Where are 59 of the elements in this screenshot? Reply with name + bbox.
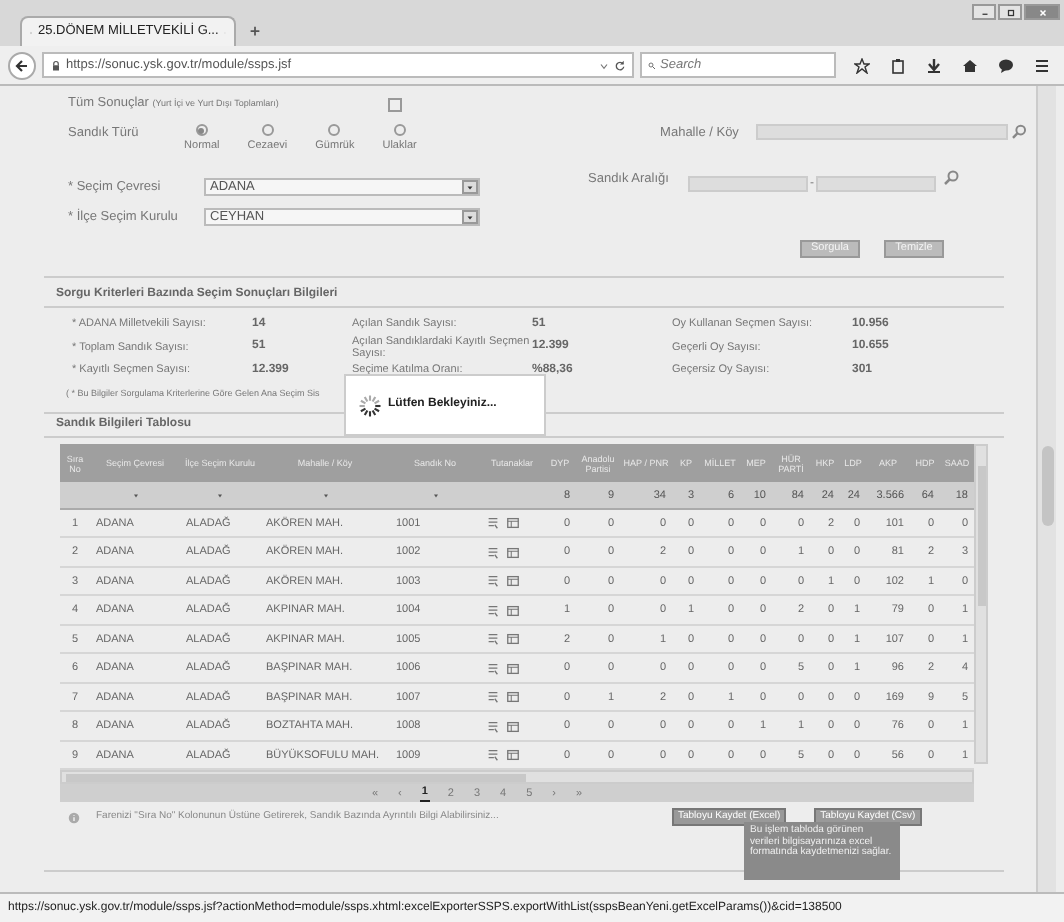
document-icon[interactable] bbox=[506, 632, 520, 646]
caret-icon bbox=[466, 213, 474, 221]
vertical-scrollbar[interactable] bbox=[974, 444, 988, 765]
report-icon[interactable] bbox=[486, 661, 500, 675]
lock-icon bbox=[50, 59, 62, 71]
spinner-icon bbox=[358, 393, 382, 417]
input-field[interactable] bbox=[816, 176, 936, 192]
maximize-button[interactable] bbox=[998, 4, 1022, 20]
new-tab-icon[interactable] bbox=[248, 24, 262, 38]
report-icon[interactable] bbox=[486, 516, 500, 530]
radio-button[interactable] bbox=[393, 124, 406, 136]
dropdown-button[interactable] bbox=[462, 180, 478, 194]
dropdown-button[interactable] bbox=[462, 210, 478, 224]
report-icon[interactable] bbox=[486, 748, 500, 762]
star-icon[interactable] bbox=[854, 57, 870, 73]
radio-button[interactable] bbox=[261, 124, 274, 136]
report-icon[interactable] bbox=[486, 603, 500, 617]
input-field[interactable] bbox=[756, 124, 1009, 140]
report-icon[interactable] bbox=[486, 632, 500, 646]
document-icon[interactable] bbox=[506, 690, 520, 704]
scrollbar-thumb[interactable] bbox=[977, 466, 985, 607]
radio-button[interactable] bbox=[195, 124, 208, 136]
document-icon[interactable] bbox=[506, 748, 520, 762]
clipboard-icon[interactable] bbox=[890, 57, 906, 73]
chat-icon[interactable] bbox=[998, 57, 1014, 73]
scrollbar-thumb[interactable] bbox=[66, 773, 526, 782]
document-icon[interactable] bbox=[506, 516, 520, 530]
horizontal-scrollbar[interactable] bbox=[60, 770, 974, 785]
report-icon[interactable] bbox=[486, 545, 500, 559]
home-icon[interactable] bbox=[962, 57, 978, 73]
menu-icon[interactable] bbox=[1034, 57, 1050, 73]
document-icon[interactable] bbox=[506, 603, 520, 617]
reload-icon[interactable] bbox=[614, 59, 626, 71]
filter-icon[interactable] bbox=[131, 491, 139, 499]
document-icon[interactable] bbox=[506, 574, 520, 588]
filter-icon[interactable] bbox=[431, 491, 439, 499]
report-icon[interactable] bbox=[486, 690, 500, 704]
scrollbar-thumb[interactable] bbox=[1041, 446, 1053, 526]
report-icon[interactable] bbox=[486, 719, 500, 733]
filter-icon[interactable] bbox=[216, 491, 224, 499]
report-icon[interactable] bbox=[486, 574, 500, 588]
document-icon[interactable] bbox=[506, 545, 520, 559]
radio-button[interactable] bbox=[328, 124, 341, 136]
search-icon[interactable] bbox=[944, 170, 960, 186]
info-icon bbox=[68, 811, 80, 824]
dropdown-icon[interactable] bbox=[598, 59, 610, 71]
document-icon[interactable] bbox=[506, 661, 520, 675]
checkbox[interactable] bbox=[388, 97, 402, 111]
page-scrollbar[interactable] bbox=[1036, 86, 1056, 892]
input-field[interactable] bbox=[688, 176, 808, 192]
back-arrow-icon bbox=[14, 57, 30, 73]
download-icon[interactable] bbox=[926, 57, 942, 73]
filter-icon[interactable] bbox=[321, 491, 329, 499]
maximize-icon bbox=[1005, 7, 1015, 17]
search-icon bbox=[648, 59, 656, 71]
back-button[interactable] bbox=[8, 51, 36, 79]
document-icon[interactable] bbox=[506, 719, 520, 733]
search-icon[interactable] bbox=[1012, 124, 1028, 140]
caret-icon bbox=[466, 183, 474, 191]
